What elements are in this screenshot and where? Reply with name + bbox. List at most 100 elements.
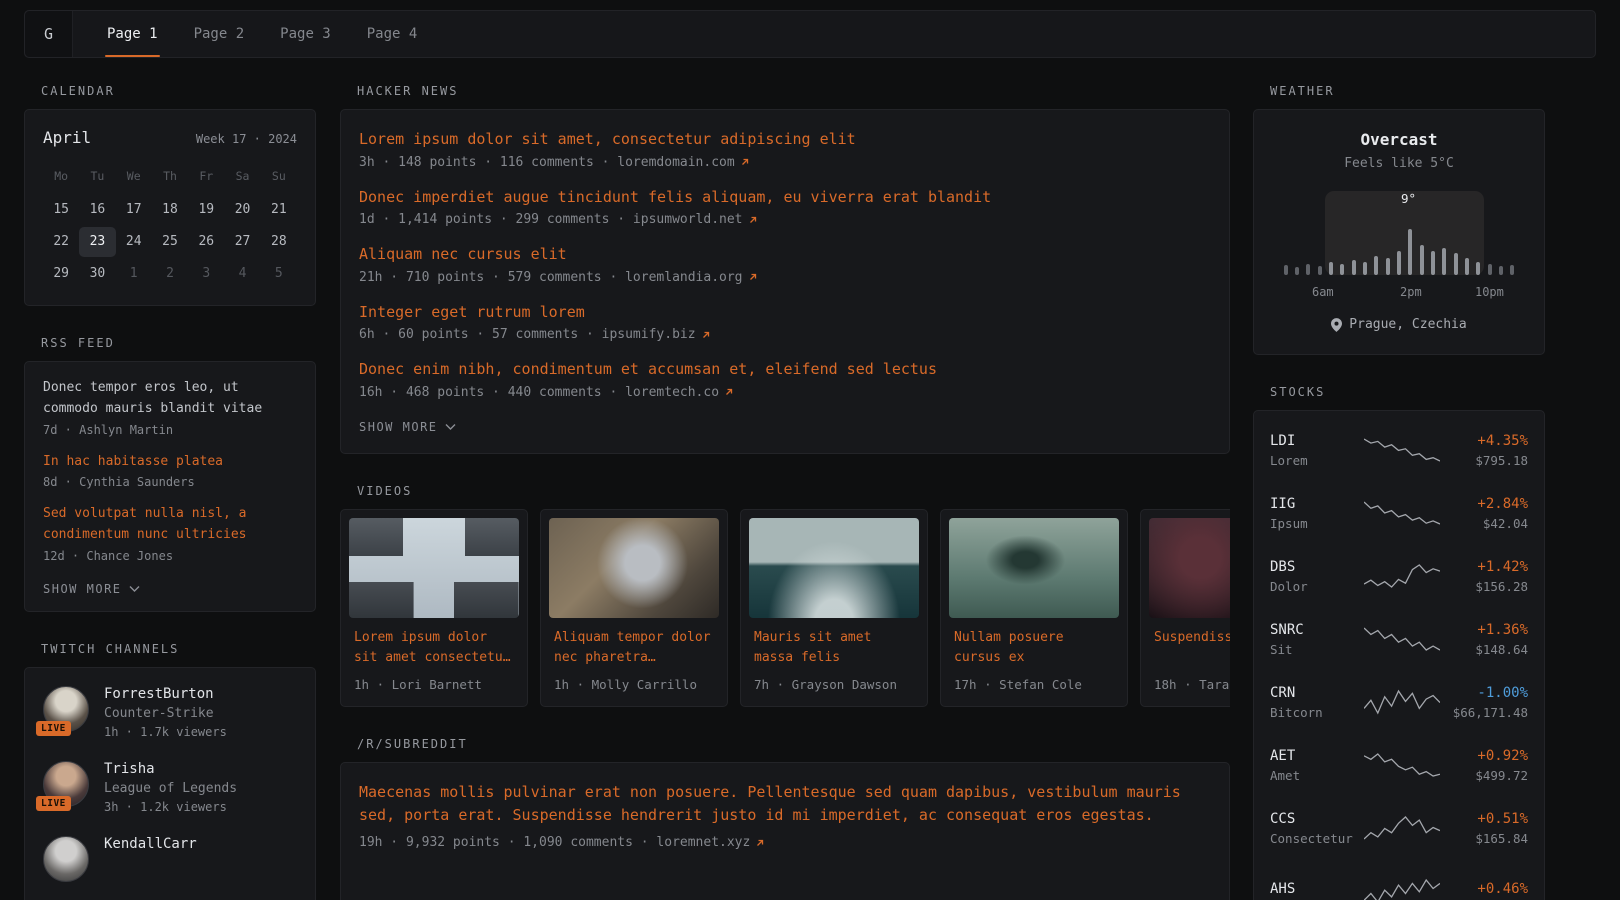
rss-item-link[interactable]: Sed volutpat nulla nisl, a condimentum n… (43, 504, 297, 546)
hn-item: Donec enim nibh, condimentum et accumsan… (359, 358, 1211, 400)
subreddit-post-meta: 19h · 9,932 points · 1,090 comments · lo… (359, 835, 1211, 850)
stock-name: Sit (1270, 642, 1364, 657)
video-card[interactable]: Lorem ipsum dolor sit amet consectetu… 1… (340, 509, 528, 707)
stock-values: +1.36% $148.64 (1440, 622, 1528, 657)
peak-temperature-label: 9° (1401, 191, 1416, 206)
twitch-channel-row[interactable]: LIVE ForrestBurton Counter-Strike 1h · 1… (43, 686, 297, 739)
twitch-header: TWITCH CHANNELS (41, 642, 316, 656)
stock-row[interactable]: DBS Dolor +1.42% $156.28 (1270, 545, 1528, 608)
calendar-day: 26 (188, 227, 224, 257)
video-card[interactable]: Suspendisse diam 18h · Tara (1140, 509, 1230, 707)
hn-title-link[interactable]: Donec imperdiet augue tincidunt felis al… (359, 186, 1211, 209)
tab-page-4[interactable]: Page 4 (355, 11, 430, 57)
stock-identity: AET Amet (1270, 748, 1364, 783)
calendar-day-next-month: 1 (116, 259, 152, 289)
external-link-icon (755, 838, 765, 848)
videos-header: VIDEOS (357, 484, 1230, 498)
stock-row[interactable]: SNRC Sit +1.36% $148.64 (1270, 608, 1528, 671)
video-card[interactable]: Nullam posuere cursus ex 17h · Stefan Co… (940, 509, 1128, 707)
subreddit-post-link[interactable]: Maecenas mollis pulvinar erat non posuer… (359, 781, 1211, 828)
calendar-day-next-month: 3 (188, 259, 224, 289)
stock-identity: CCS Consectetur (1270, 811, 1364, 846)
weekday-label: Sa (224, 163, 260, 193)
twitch-channel-name: Trisha (104, 761, 237, 777)
stock-price: $499.72 (1440, 768, 1528, 783)
stock-change: +4.35% (1440, 433, 1528, 449)
video-meta: 18h · Tara (1154, 677, 1230, 692)
external-link-icon (748, 272, 758, 282)
rss-item: Sed volutpat nulla nisl, a condimentum n… (43, 504, 297, 563)
location-pin-icon (1331, 318, 1342, 332)
stock-values: -1.00% $66,171.48 (1440, 685, 1528, 720)
stock-name: Dolor (1270, 579, 1364, 594)
calendar-day: 18 (152, 195, 188, 225)
video-thumbnail[interactable] (749, 518, 919, 618)
twitch-channel-row[interactable]: KendallCarr (43, 836, 297, 882)
show-more-label: SHOW MORE (359, 420, 438, 434)
external-link-icon (701, 330, 711, 340)
app-logo[interactable]: G (25, 11, 73, 57)
hn-meta: 3h · 148 points · 116 comments · loremdo… (359, 155, 1211, 170)
twitch-channel-meta: 1h · 1.7k viewers (104, 725, 227, 739)
external-link-icon (740, 157, 750, 167)
twitch-avatar-wrapper (43, 836, 89, 882)
stock-identity: CRN Bitcorn (1270, 685, 1364, 720)
stock-price: $66,171.48 (1440, 705, 1528, 720)
video-meta: 1h · Molly Carrillo (554, 677, 714, 692)
hn-meta: 21h · 710 points · 579 comments · loreml… (359, 270, 1211, 285)
rss-show-more-button[interactable]: SHOW MORE (43, 582, 140, 596)
calendar-day: 28 (261, 227, 297, 257)
stock-symbol: CRN (1270, 685, 1364, 701)
hn-meta: 1d · 1,414 points · 299 comments · ipsum… (359, 212, 1211, 227)
weekday-label: Fr (188, 163, 224, 193)
rss-item-meta: 8d · Cynthia Saunders (43, 475, 297, 489)
video-thumbnail[interactable] (949, 518, 1119, 618)
stock-price: $795.18 (1440, 453, 1528, 468)
video-meta: 1h · Lori Barnett (354, 677, 514, 692)
calendar-grid: Mo Tu We Th Fr Sa Su 15 16 17 18 19 20 2… (43, 163, 297, 289)
tab-page-1[interactable]: Page 1 (95, 11, 170, 57)
stock-symbol: CCS (1270, 811, 1364, 827)
hn-title-link[interactable]: Lorem ipsum dolor sit amet, consectetur … (359, 128, 1211, 151)
time-label: 2pm (1400, 285, 1422, 299)
hn-meta-text: 3h · 148 points · 116 comments · loremdo… (359, 155, 735, 170)
time-label: 10pm (1475, 285, 1504, 299)
stock-row[interactable]: AHS +0.46% (1270, 860, 1528, 900)
subreddit-header: /R/SUBREDDIT (357, 737, 1230, 751)
dashboard-content: CALENDAR April Week 17 · 2024 Mo Tu We T… (0, 84, 1620, 900)
hn-title-link[interactable]: Aliquam nec cursus elit (359, 243, 1211, 266)
video-thumbnail[interactable] (549, 518, 719, 618)
twitch-section: TWITCH CHANNELS LIVE ForrestBurton Count… (24, 642, 316, 900)
twitch-channel-info: KendallCarr (104, 836, 197, 852)
video-card[interactable]: Aliquam tempor dolor nec pharetra… 1h · … (540, 509, 728, 707)
stock-identity: SNRC Sit (1270, 622, 1364, 657)
video-meta: 7h · Grayson Dawson (754, 677, 914, 692)
video-thumbnail[interactable] (1149, 518, 1230, 618)
stock-sparkline (1364, 498, 1440, 528)
hn-show-more-button[interactable]: SHOW MORE (359, 420, 456, 434)
hackernews-card: Lorem ipsum dolor sit amet, consectetur … (340, 109, 1230, 454)
weekday-label: Su (261, 163, 297, 193)
video-card[interactable]: Mauris sit amet massa felis 7h · Grayson… (740, 509, 928, 707)
subreddit-meta-text: 19h · 9,932 points · 1,090 comments · lo… (359, 835, 750, 850)
stock-row[interactable]: CRN Bitcorn -1.00% $66,171.48 (1270, 671, 1528, 734)
stock-row[interactable]: AET Amet +0.92% $499.72 (1270, 734, 1528, 797)
calendar-day: 22 (43, 227, 79, 257)
stock-row[interactable]: CCS Consectetur +0.51% $165.84 (1270, 797, 1528, 860)
left-column: CALENDAR April Week 17 · 2024 Mo Tu We T… (24, 84, 316, 900)
stock-identity: AHS (1270, 881, 1364, 900)
rss-item-link[interactable]: Donec tempor eros leo, ut commodo mauris… (43, 378, 297, 420)
stock-row[interactable]: IIG Ipsum +2.84% $42.04 (1270, 482, 1528, 545)
rss-item-link[interactable]: In hac habitasse platea (43, 452, 297, 473)
twitch-channel-name: ForrestBurton (104, 686, 227, 702)
rss-section: RSS FEED Donec tempor eros leo, ut commo… (24, 336, 316, 612)
tab-page-2[interactable]: Page 2 (182, 11, 257, 57)
stock-price: $156.28 (1440, 579, 1528, 594)
tab-page-3[interactable]: Page 3 (268, 11, 343, 57)
twitch-channel-row[interactable]: LIVE Trisha League of Legends 3h · 1.2k … (43, 761, 297, 814)
hn-title-link[interactable]: Integer eget rutrum lorem (359, 301, 1211, 324)
hn-title-link[interactable]: Donec enim nibh, condimentum et accumsan… (359, 358, 1211, 381)
twitch-channel-category: League of Legends (104, 781, 237, 796)
video-thumbnail[interactable] (349, 518, 519, 618)
stock-row[interactable]: LDI Lorem +4.35% $795.18 (1270, 419, 1528, 482)
